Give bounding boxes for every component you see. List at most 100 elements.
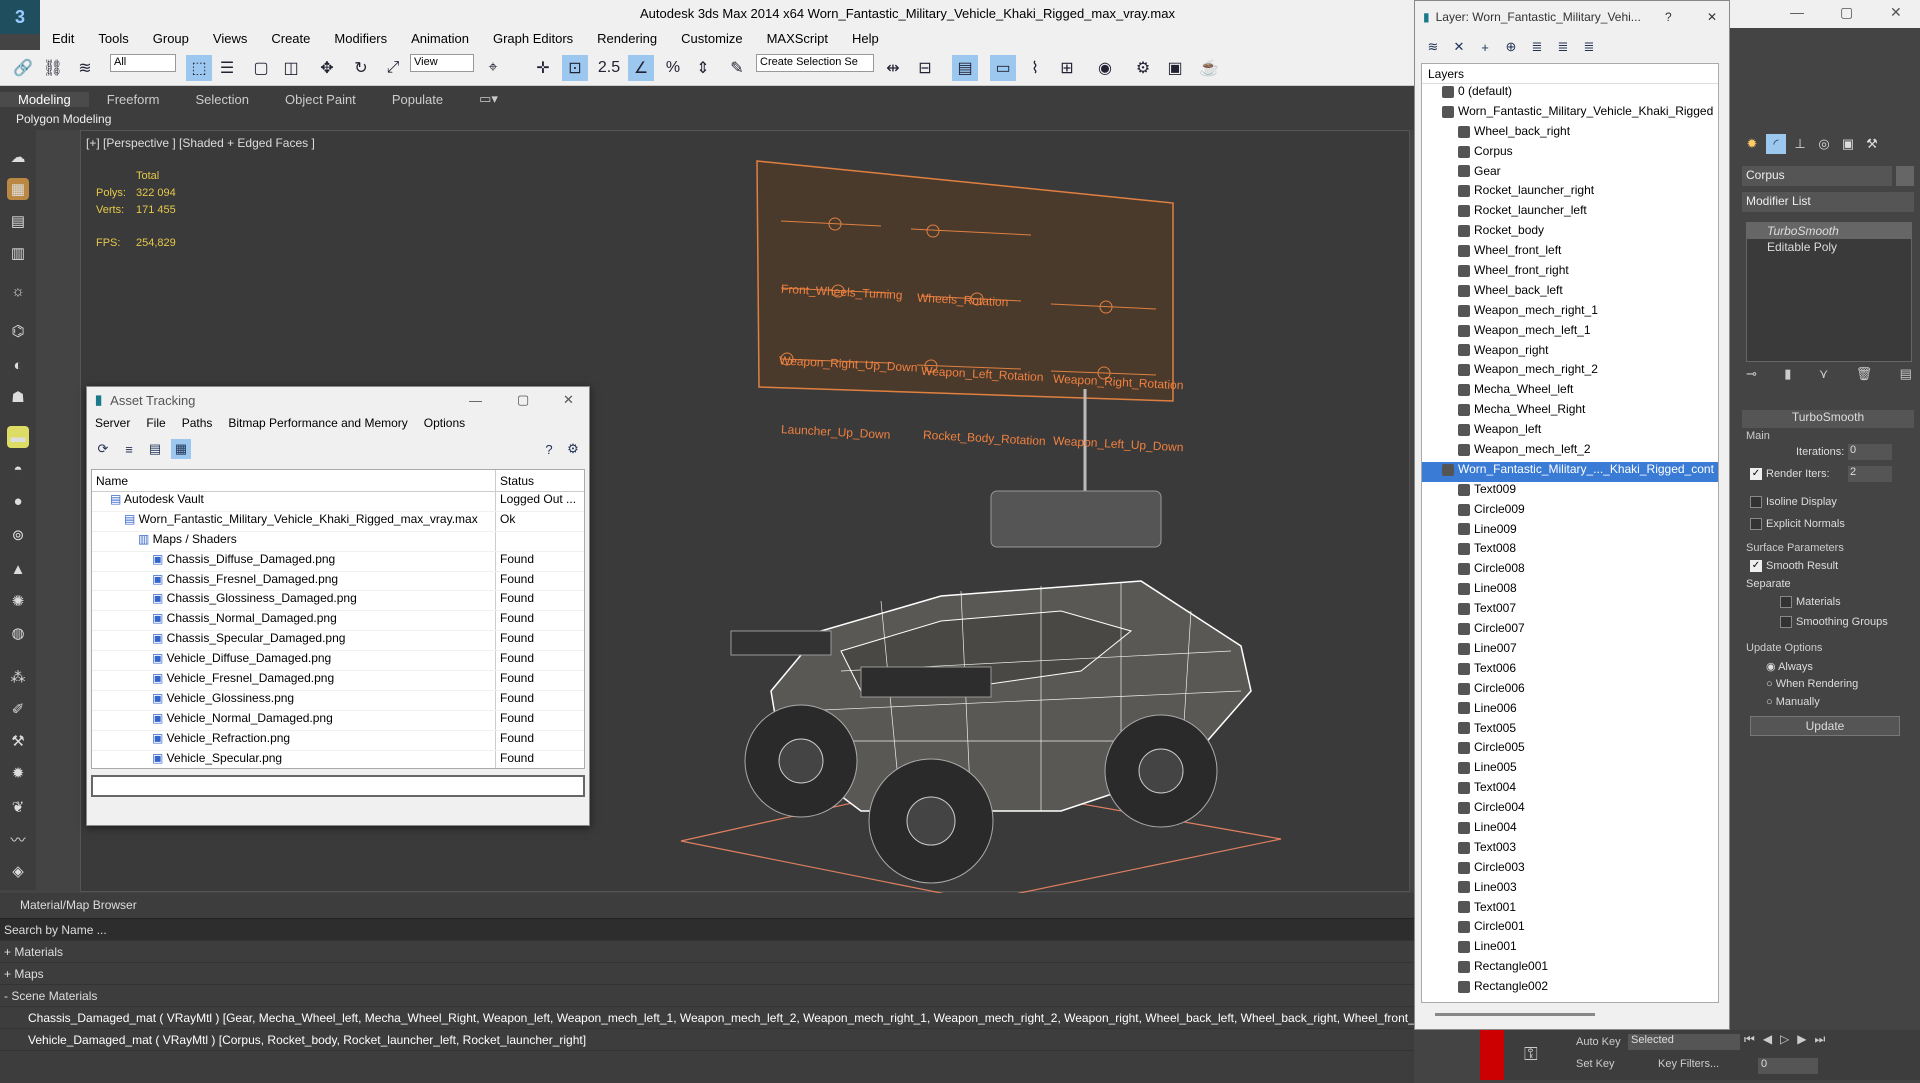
helper-icon[interactable]: ◐ (7, 354, 29, 376)
snap-toggle-icon[interactable]: 2.5 (596, 55, 622, 81)
layer-freeze-icon[interactable]: ≣ (1579, 37, 1599, 57)
material-editor-icon[interactable]: ◉ (1092, 55, 1118, 81)
smoothing-groups-checkbox[interactable] (1780, 616, 1792, 628)
sun-icon[interactable]: ✺ (7, 590, 29, 612)
auto-key-button[interactable]: Auto Key (1576, 1036, 1621, 1048)
spreadsheet-icon[interactable]: ▥ (7, 242, 29, 264)
table-row[interactable]: ▥ Maps / Shaders (92, 531, 584, 552)
tab-object-paint[interactable]: Object Paint (267, 92, 374, 107)
go-to-end-icon[interactable]: ⏭ (1815, 1032, 1826, 1047)
modifier-turbosmooth[interactable]: TurboSmooth (1747, 223, 1911, 239)
layer-object-item[interactable]: Circle003 (1422, 860, 1718, 880)
menu-group[interactable]: Group (141, 28, 201, 50)
military-vehicle-model[interactable] (730, 580, 1252, 884)
cloud-icon[interactable]: ☁ (7, 146, 29, 168)
selection-filter-dropdown[interactable]: All (110, 54, 176, 72)
camera-icon[interactable]: ⌬ (7, 320, 29, 342)
hair-icon[interactable]: 〰 (7, 828, 29, 850)
materials-section[interactable]: + Materials (0, 941, 1414, 963)
select-by-name-icon[interactable]: ☰ (214, 55, 240, 81)
layer-object-item[interactable]: Circle001 (1422, 919, 1718, 939)
layer-object-item[interactable]: Rocket_body (1422, 223, 1718, 243)
modify-tab-icon[interactable]: ◜ (1766, 134, 1786, 154)
list-view-icon[interactable]: ≡ (119, 439, 139, 459)
pin-stack-icon[interactable]: ⊸ (1746, 366, 1757, 388)
settings-icon[interactable]: ⚙ (563, 439, 583, 459)
percent-snap-icon[interactable]: % (660, 55, 686, 81)
configure-sets-icon[interactable]: ▤ (1900, 366, 1912, 388)
key-filters-button[interactable]: Key Filters... (1658, 1058, 1719, 1070)
render-frame-icon[interactable]: ▣ (1162, 55, 1188, 81)
layer-object-item[interactable]: Line009 (1422, 522, 1718, 542)
dome-icon[interactable]: ◓ (7, 458, 29, 480)
torus-icon[interactable]: ⊚ (7, 524, 29, 546)
material-chassis[interactable]: Chassis_Damaged_mat ( VRayMtl ) [Gear, M… (0, 1007, 1414, 1029)
layer-object-item[interactable]: Mecha_Wheel_left (1422, 382, 1718, 402)
column-name[interactable]: Name (92, 470, 496, 491)
remove-modifier-icon[interactable]: 🗑 (1856, 366, 1873, 388)
layer-highlight-icon[interactable]: ≣ (1527, 37, 1547, 57)
hierarchy-tab-icon[interactable]: ⊥ (1790, 134, 1810, 154)
bind-space-warp-icon[interactable]: ≋ (72, 55, 98, 81)
layer-item[interactable]: Worn_Fantastic_Military_Vehicle_Khaki_Ri… (1422, 104, 1718, 124)
utilities-tab-icon[interactable]: ⚒ (1862, 134, 1882, 154)
maximize-icon[interactable]: ▢ (517, 392, 529, 408)
layer-object-item[interactable]: Circle009 (1422, 502, 1718, 522)
layer-object-item[interactable]: Wheel_front_right (1422, 263, 1718, 283)
close-icon[interactable]: ✕ (1707, 10, 1717, 24)
menu-options[interactable]: Options (416, 413, 473, 435)
browser-search-field[interactable]: Search by Name ... (0, 919, 1414, 941)
layer-object-item[interactable]: Text008 (1422, 541, 1718, 561)
tab-populate[interactable]: Populate (374, 92, 461, 107)
layer-object-item[interactable]: Text009 (1422, 482, 1718, 502)
spinner-snap-icon[interactable]: ⇕ (690, 55, 716, 81)
image-icon[interactable]: ▦ (7, 178, 29, 200)
layer-titlebar[interactable]: ▮ Layer: Worn_Fantastic_Military_Vehi...… (1415, 1, 1729, 33)
layer-object-item[interactable]: Rocket_launcher_right (1422, 183, 1718, 203)
menu-bitmap-performance[interactable]: Bitmap Performance and Memory (220, 413, 415, 435)
polygon-modeling-panel[interactable]: Polygon Modeling (0, 112, 1420, 130)
layer-object-item[interactable]: Weapon_right (1422, 343, 1718, 363)
select-manipulate-icon[interactable]: ⊡ (562, 55, 588, 81)
menu-graph-editors[interactable]: Graph Editors (481, 28, 585, 50)
tab-modeling[interactable]: Modeling (0, 91, 89, 107)
menu-maxscript[interactable]: MAXScript (755, 28, 840, 50)
pivot-icon[interactable]: ⌖ (480, 55, 506, 81)
menu-server[interactable]: Server (87, 413, 138, 435)
explicit-normals-checkbox[interactable] (1750, 518, 1762, 530)
plant-icon[interactable]: ❦ (7, 796, 29, 818)
menu-views[interactable]: Views (201, 28, 259, 50)
layer-object-item[interactable]: Weapon_mech_left_2 (1422, 442, 1718, 462)
menu-help[interactable]: Help (840, 28, 891, 50)
layer-object-item[interactable]: Weapon_mech_left_1 (1422, 323, 1718, 343)
move-icon[interactable]: ✥ (314, 55, 340, 81)
layer-object-item[interactable]: Circle006 (1422, 681, 1718, 701)
menu-customize[interactable]: Customize (669, 28, 754, 50)
rotate-icon[interactable]: ↻ (348, 55, 374, 81)
isoline-checkbox[interactable] (1750, 496, 1762, 508)
set-key-button[interactable]: Set Key (1576, 1058, 1615, 1070)
layer-object-item[interactable]: Line005 (1422, 760, 1718, 780)
table-row[interactable]: ▣ Vehicle_Normal_Damaged.png Found (92, 710, 584, 731)
menu-rendering[interactable]: Rendering (585, 28, 669, 50)
minimize-icon[interactable]: — (469, 393, 482, 408)
select-object-icon[interactable]: ⬚ (186, 55, 212, 81)
table-row[interactable]: ▣ Chassis_Specular_Damaged.png Found (92, 631, 584, 652)
column-status[interactable]: Status (496, 470, 538, 491)
texture-icon[interactable]: ◈ (7, 860, 29, 882)
add-layer-icon[interactable]: + (1475, 37, 1495, 57)
menu-animation[interactable]: Animation (399, 28, 481, 50)
object-name-field[interactable]: Corpus (1742, 166, 1892, 186)
delete-layer-icon[interactable]: ✕ (1449, 37, 1469, 57)
table-row[interactable]: ▣ Vehicle_Diffuse_Damaged.png Found (92, 651, 584, 672)
document-icon[interactable]: ▤ (7, 210, 29, 232)
layer-manager-icon[interactable]: ▤ (952, 55, 978, 81)
weapon-turret[interactable] (990, 490, 1162, 548)
layer-object-item[interactable]: Line003 (1422, 880, 1718, 900)
table-row[interactable]: ▤ Worn_Fantastic_Military_Vehicle_Khaki_… (92, 511, 584, 532)
layer-object-item[interactable]: Text001 (1422, 900, 1718, 920)
layer-object-item[interactable]: Text005 (1422, 721, 1718, 741)
align-icon[interactable]: ⊟ (912, 55, 938, 81)
key-icon[interactable]: ⚿ (1524, 1044, 1538, 1065)
display-tab-icon[interactable]: ▣ (1838, 134, 1858, 154)
